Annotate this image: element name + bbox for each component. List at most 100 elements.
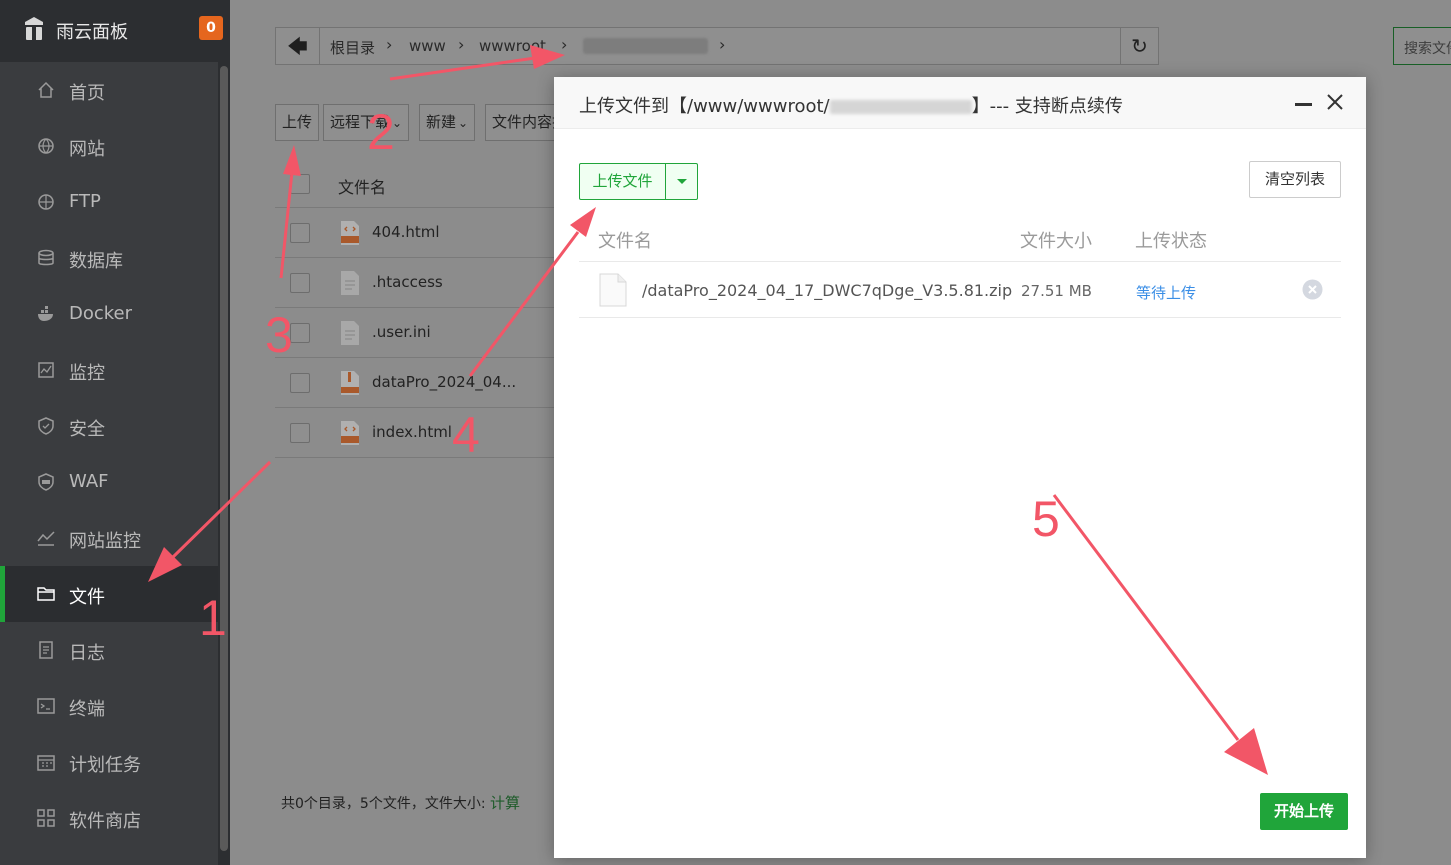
file-name[interactable]: index.html <box>372 423 452 441</box>
file-name[interactable]: 404.html <box>372 223 440 241</box>
html-file-icon <box>341 221 359 245</box>
sidebar-item-site-monitor[interactable]: 网站监控 <box>0 510 218 566</box>
sidebar-item-label: Docker <box>69 303 133 324</box>
row-checkbox[interactable] <box>290 323 310 343</box>
crumb-root[interactable]: 根目录 <box>330 37 375 58</box>
calculate-size-link[interactable]: 计算 <box>490 794 520 812</box>
annotation-number-4: 4 <box>452 407 480 463</box>
globe-icon <box>38 138 54 154</box>
sidebar-item-label: 安全 <box>69 419 105 440</box>
upload-button[interactable]: 上传 <box>275 104 320 141</box>
sidebar-item-label: 软件商店 <box>69 811 141 832</box>
sidebar-item-label: 计划任务 <box>69 755 141 776</box>
sidebar-item-terminal[interactable]: 终端 <box>0 678 218 734</box>
remove-icon[interactable] <box>1302 279 1323 300</box>
upload-file-name: /dataPro_2024_04_17_DWC7qDge_V3.5.81.zip <box>642 281 1013 300</box>
text-file-icon <box>341 271 359 295</box>
chevron-right-icon: › <box>458 35 465 54</box>
sidebar-item-home[interactable]: 首页 <box>0 62 218 118</box>
chevron-down-icon: ⌄ <box>458 116 469 130</box>
sidebar-item-website[interactable]: 网站 <box>0 118 218 174</box>
upload-file-size: 27.51 MB <box>1021 282 1092 300</box>
monitor-icon <box>38 362 54 378</box>
log-icon <box>39 641 53 659</box>
ftp-icon <box>38 194 54 210</box>
dialog-header: 上传文件到【/www/wwwroot/ 】--- 支持断点续传 <box>554 77 1366 129</box>
dialog-title: 上传文件到【/www/wwwroot/ 】--- 支持断点续传 <box>579 92 1123 118</box>
docker-icon <box>38 306 53 321</box>
sidebar-item-label: 数据库 <box>69 251 123 272</box>
sidebar-item-label: 文件 <box>69 587 105 608</box>
chart-line-icon <box>37 531 55 546</box>
chevron-right-icon: › <box>386 35 393 54</box>
annotation-number-1: 1 <box>199 590 227 646</box>
waf-icon <box>38 473 54 491</box>
sidebar-item-docker[interactable]: Docker <box>0 286 218 342</box>
back-button[interactable]: 🡄 <box>276 28 320 64</box>
file-row[interactable]: 404.html <box>275 208 565 258</box>
sidebar-scrollbar[interactable] <box>218 62 230 865</box>
refresh-button[interactable]: ↻ <box>1120 27 1159 65</box>
row-checkbox[interactable] <box>290 223 310 243</box>
notification-badge[interactable]: 0 <box>199 16 223 40</box>
sidebar-item-files[interactable]: 文件 <box>0 566 218 622</box>
sidebar-item-security[interactable]: 安全 <box>0 398 218 454</box>
new-button[interactable]: 新建 ⌄ <box>419 104 476 141</box>
annotation-number-2: 2 <box>367 104 395 160</box>
sidebar-item-label: 监控 <box>69 363 105 384</box>
file-table-header: 文件名 <box>275 158 565 208</box>
summary-text: 共0个目录，5个文件，文件大小: <box>281 796 490 812</box>
sidebar-item-app-store[interactable]: 软件商店 <box>0 790 218 846</box>
start-upload-button[interactable]: 开始上传 <box>1260 793 1348 830</box>
folder-icon <box>37 587 55 601</box>
chevron-right-icon: › <box>719 35 726 54</box>
new-label: 新建 <box>426 113 457 131</box>
upload-row: /dataPro_2024_04_17_DWC7qDge_V3.5.81.zip… <box>579 262 1341 318</box>
file-row[interactable]: index.html <box>275 408 565 458</box>
sidebar-item-waf[interactable]: WAF <box>0 454 218 510</box>
sidebar-item-database[interactable]: 数据库 <box>0 230 218 286</box>
upload-label: 上传 <box>282 113 313 131</box>
database-icon <box>38 249 54 266</box>
breadcrumb: 🡄 根目录 › www › wwwroot › › <box>275 27 1159 65</box>
zip-file-icon <box>341 371 359 395</box>
file-row[interactable]: .user.ini <box>275 308 565 358</box>
sidebar-item-ftp[interactable]: FTP <box>0 174 218 230</box>
content-search-button[interactable]: 文件内容搜 <box>485 104 557 141</box>
file-name[interactable]: .user.ini <box>372 323 431 341</box>
upload-options-dropdown[interactable] <box>666 164 697 199</box>
file-name[interactable]: .htaccess <box>372 273 443 291</box>
file-row[interactable]: dataPro_2024_04... <box>275 358 565 408</box>
crumb-www[interactable]: www <box>409 37 446 55</box>
file-row[interactable]: .htaccess <box>275 258 565 308</box>
scrollbar-thumb[interactable] <box>220 66 228 851</box>
upload-file-button[interactable]: 上传文件 <box>580 164 666 199</box>
sidebar-item-label: FTP <box>69 191 101 212</box>
crumb-wwwroot[interactable]: wwwroot <box>479 37 546 55</box>
sidebar-item-logs[interactable]: 日志 <box>0 622 218 678</box>
upload-dialog: 上传文件到【/www/wwwroot/ 】--- 支持断点续传 上传文件 清空列表… <box>554 77 1366 858</box>
sidebar-item-monitor[interactable]: 监控 <box>0 342 218 398</box>
apps-icon <box>37 809 55 827</box>
select-all-checkbox[interactable] <box>290 174 310 194</box>
close-icon[interactable] <box>1326 93 1344 111</box>
sidebar-item-label: 网站监控 <box>69 531 141 552</box>
search-input[interactable]: 搜索文件 <box>1393 27 1451 65</box>
minimize-button[interactable] <box>1295 103 1312 106</box>
calendar-icon <box>37 755 55 771</box>
brand: 雨云面板 0 <box>0 0 230 60</box>
crumb-redacted[interactable] <box>583 38 708 54</box>
sidebar-item-label: 网站 <box>69 139 105 160</box>
logo-icon <box>25 17 43 40</box>
sidebar-item-cron[interactable]: 计划任务 <box>0 734 218 790</box>
row-checkbox[interactable] <box>290 423 310 443</box>
sidebar-menu: 首页 网站 FTP 数据库 Docker 监控 安全 WAF 网站监控 文件 日… <box>0 62 218 865</box>
file-name[interactable]: dataPro_2024_04... <box>372 373 516 391</box>
annotation-number-3: 3 <box>265 307 293 363</box>
clear-list-button[interactable]: 清空列表 <box>1249 161 1341 198</box>
search-placeholder: 搜索文件 <box>1404 41 1451 57</box>
row-checkbox[interactable] <box>290 273 310 293</box>
terminal-icon <box>37 698 55 714</box>
row-checkbox[interactable] <box>290 373 310 393</box>
html-file-icon <box>341 421 359 445</box>
